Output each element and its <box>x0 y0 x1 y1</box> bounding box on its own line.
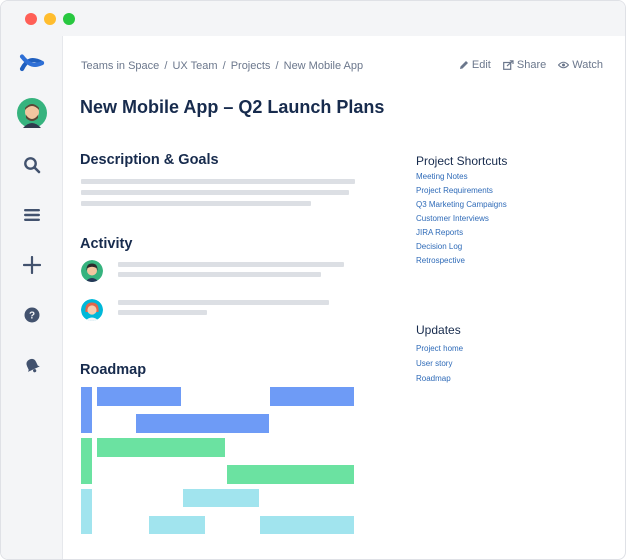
title-bar <box>1 1 625 36</box>
shortcut-link[interactable]: JIRA Reports <box>416 228 463 237</box>
shortcut-link[interactable]: Meeting Notes <box>416 172 468 181</box>
roadmap-bar[interactable] <box>97 387 181 406</box>
confluence-logo-icon <box>19 54 44 72</box>
updates-heading: Updates <box>416 323 461 337</box>
close-window-button[interactable] <box>25 13 37 25</box>
roadmap-bar[interactable] <box>183 489 259 507</box>
page-title: New Mobile App – Q2 Launch Plans <box>80 97 385 117</box>
help-icon: ? <box>24 307 39 323</box>
user-avatar-icon <box>81 260 103 282</box>
shortcut-link[interactable]: Q3 Marketing Campaigns <box>416 200 507 209</box>
minimize-window-button[interactable] <box>44 13 56 25</box>
shortcut-link[interactable]: Decision Log <box>416 242 462 251</box>
activity-avatar <box>81 260 103 282</box>
user-avatar-icon <box>16 98 47 128</box>
text-placeholder-line <box>118 310 207 315</box>
text-placeholder-line <box>81 179 355 184</box>
shortcut-link[interactable]: Retrospective <box>416 256 465 265</box>
text-placeholder-line <box>118 300 329 305</box>
sidebar-search[interactable] <box>1 145 62 185</box>
breadcrumb-separator: / <box>164 60 168 72</box>
activity-avatar <box>81 299 103 321</box>
roadmap-lane-marker <box>81 387 92 433</box>
shortcut-link[interactable]: Customer Interviews <box>416 214 489 223</box>
update-link[interactable]: Project home <box>416 344 463 353</box>
menu-icon <box>23 209 40 221</box>
share-button[interactable]: Share <box>502 59 547 71</box>
sidebar-logo[interactable] <box>1 43 62 83</box>
edit-button[interactable]: Edit <box>459 59 491 71</box>
sidebar-help[interactable]: ? <box>1 295 62 335</box>
roadmap-lane-marker <box>81 489 92 534</box>
roadmap-bar[interactable] <box>149 516 205 534</box>
roadmap-bar[interactable] <box>97 438 225 457</box>
page-actions: Edit Share Watch <box>459 59 603 71</box>
eye-icon <box>558 61 570 69</box>
notification-bell-icon <box>25 358 40 373</box>
description-heading: Description & Goals <box>80 152 219 168</box>
activity-heading: Activity <box>80 236 133 252</box>
breadcrumb-item[interactable]: Teams in Space <box>81 60 159 72</box>
sidebar: ? <box>1 36 63 559</box>
sidebar-profile[interactable] <box>1 93 62 133</box>
shortcuts-heading: Project Shortcuts <box>416 154 508 168</box>
sidebar-menu[interactable] <box>1 195 62 235</box>
user-avatar-icon <box>81 299 103 321</box>
maximize-window-button[interactable] <box>63 13 75 25</box>
text-placeholder-line <box>81 201 311 206</box>
roadmap-lane-marker <box>81 438 92 484</box>
breadcrumb-item[interactable]: New Mobile App <box>284 60 364 72</box>
roadmap-heading: Roadmap <box>80 362 147 378</box>
breadcrumb-item[interactable]: Projects <box>231 60 271 72</box>
breadcrumb: Teams in Space / UX Team / Projects / Ne… <box>81 60 363 72</box>
plus-icon <box>22 256 41 274</box>
watch-label: Watch <box>572 59 603 71</box>
text-placeholder-line <box>81 190 349 195</box>
text-placeholder-line <box>118 262 344 267</box>
update-link[interactable]: Roadmap <box>416 374 451 383</box>
breadcrumb-separator: / <box>222 60 226 72</box>
roadmap-bar[interactable] <box>227 465 354 484</box>
sidebar-notifications[interactable] <box>1 345 62 385</box>
breadcrumb-item[interactable]: UX Team <box>172 60 217 72</box>
roadmap-bar[interactable] <box>270 387 354 406</box>
text-placeholder-line <box>118 272 321 277</box>
sidebar-create[interactable] <box>1 245 62 285</box>
pencil-icon <box>459 61 468 69</box>
edit-label: Edit <box>471 59 491 71</box>
app-window: ? Teams in Space / UX Team / Projects / … <box>0 0 626 560</box>
share-icon <box>502 60 514 70</box>
svg-text:?: ? <box>28 311 34 322</box>
roadmap-bar[interactable] <box>136 414 269 433</box>
main-content: Teams in Space / UX Team / Projects / Ne… <box>62 36 625 559</box>
share-label: Share <box>516 59 547 71</box>
search-icon <box>23 157 40 174</box>
shortcut-link[interactable]: Project Requirements <box>416 186 493 195</box>
update-link[interactable]: User story <box>416 359 452 368</box>
watch-button[interactable]: Watch <box>558 59 603 71</box>
breadcrumb-separator: / <box>275 60 279 72</box>
roadmap-bar[interactable] <box>260 516 354 534</box>
